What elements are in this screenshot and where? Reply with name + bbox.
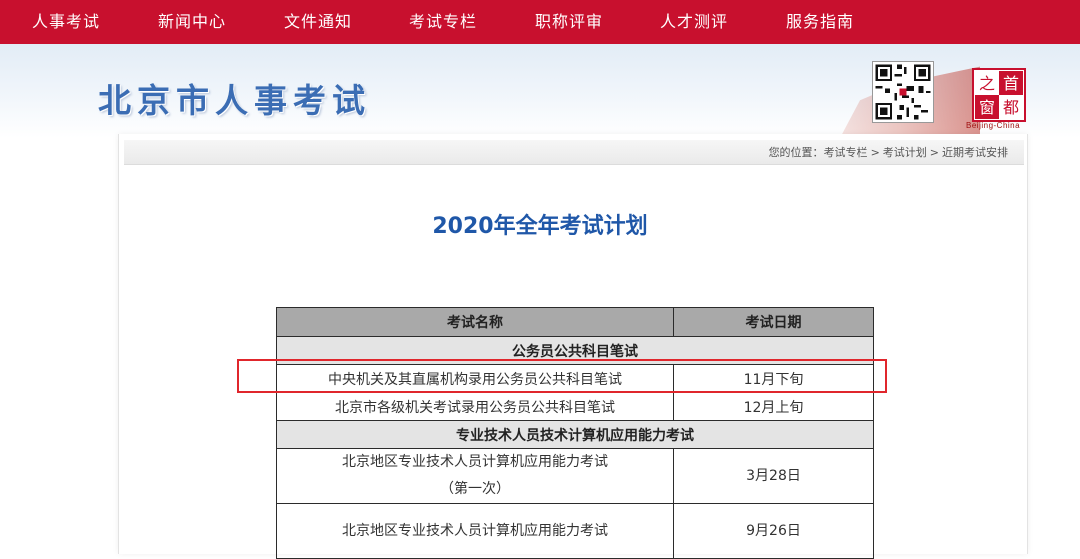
exam-name-cell: 北京地区专业技术人员计算机应用能力考试 (276, 503, 674, 559)
breadcrumb-prefix: 您的位置： (768, 146, 824, 159)
logo-subtitle: Beijing-China (966, 121, 1021, 130)
exam-date-cell: 3月28日 (673, 448, 874, 504)
breadcrumb-separator: > (929, 146, 939, 159)
breadcrumb-link-exam-plan[interactable]: 考试计划 (883, 146, 927, 159)
nav-item-title-review[interactable]: 职称评审 (535, 0, 603, 44)
exam-date-cell: 12月上旬 (673, 392, 874, 421)
exam-plan-table: 考试名称 考试日期 公务员公共科目笔试 中央机关及其直属机构录用公务员公共科目笔… (276, 307, 874, 559)
site-title[interactable]: 北京市人事考试 (98, 74, 371, 122)
table-row: 北京地区专业技术人员计算机应用能力考试 （第一次） 3月28日 (276, 448, 874, 504)
page-title: 2020年全年考试计划 (432, 214, 648, 239)
nav-item-news-center[interactable]: 新闻中心 (158, 0, 226, 44)
exam-date-cell: 9月26日 (673, 503, 874, 559)
qr-code-icon (872, 61, 934, 123)
breadcrumb-link-exam-column[interactable]: 考试专栏 (824, 146, 868, 159)
category-row: 公务员公共科目笔试 (276, 336, 874, 365)
table-row: 北京市各级机关考试录用公务员公共科目笔试 12月上旬 (276, 392, 874, 421)
breadcrumb-link-recent-exams[interactable]: 近期考试安排 (942, 146, 1008, 159)
breadcrumb-bar: 您的位置：考试专栏 > 考试计划 > 近期考试安排 (124, 140, 1024, 165)
table-row: 北京地区专业技术人员计算机应用能力考试 9月26日 (276, 503, 874, 559)
nav-item-exam-column[interactable]: 考试专栏 (409, 0, 477, 44)
exam-name-cell: 北京市各级机关考试录用公务员公共科目笔试 (276, 392, 674, 421)
top-nav: 人事考试 新闻中心 文件通知 考试专栏 职称评审 人才测评 服务指南 (0, 0, 1080, 44)
exam-name-line: 北京地区专业技术人员计算机应用能力考试 (342, 522, 608, 539)
banner: 北京市人事考试 之 首 窗 都 Beijing-China (0, 44, 1080, 138)
category-label: 专业技术人员技术计算机应用能力考试 (276, 420, 874, 449)
svg-text:窗: 窗 (979, 98, 995, 117)
breadcrumb: 您的位置：考试专栏 > 考试计划 > 近期考试安排 (769, 144, 1008, 160)
nav-list: 人事考试 新闻中心 文件通知 考试专栏 职称评审 人才测评 服务指南 (0, 0, 1080, 44)
nav-item-personnel-exam[interactable]: 人事考试 (32, 0, 100, 44)
exam-name-sub-line: （第一次） (440, 481, 510, 497)
exam-date-cell: 11月下旬 (673, 364, 874, 393)
table-header-row: 考试名称 考试日期 (276, 307, 874, 337)
exam-name-cell: 中央机关及其直属机构录用公务员公共科目笔试 (276, 364, 674, 393)
svg-text:都: 都 (1003, 98, 1019, 117)
breadcrumb-separator: > (870, 146, 880, 159)
table-row: 中央机关及其直属机构录用公务员公共科目笔试 11月下旬 (276, 364, 874, 393)
exam-name-line: 北京地区专业技术人员计算机应用能力考试 (342, 454, 608, 470)
column-header-exam-date: 考试日期 (673, 307, 874, 337)
nav-item-notices[interactable]: 文件通知 (284, 0, 352, 44)
capital-window-logo-icon[interactable]: 之 首 窗 都 (972, 68, 1026, 122)
category-row: 专业技术人员技术计算机应用能力考试 (276, 420, 874, 449)
exam-name-cell: 北京地区专业技术人员计算机应用能力考试 （第一次） (276, 448, 674, 504)
svg-text:首: 首 (1003, 74, 1019, 93)
column-header-exam-name: 考试名称 (276, 307, 674, 337)
svg-text:之: 之 (979, 74, 995, 93)
category-label: 公务员公共科目笔试 (276, 336, 874, 365)
nav-item-service-guide[interactable]: 服务指南 (786, 0, 854, 44)
nav-item-talent-assessment[interactable]: 人才测评 (660, 0, 728, 44)
